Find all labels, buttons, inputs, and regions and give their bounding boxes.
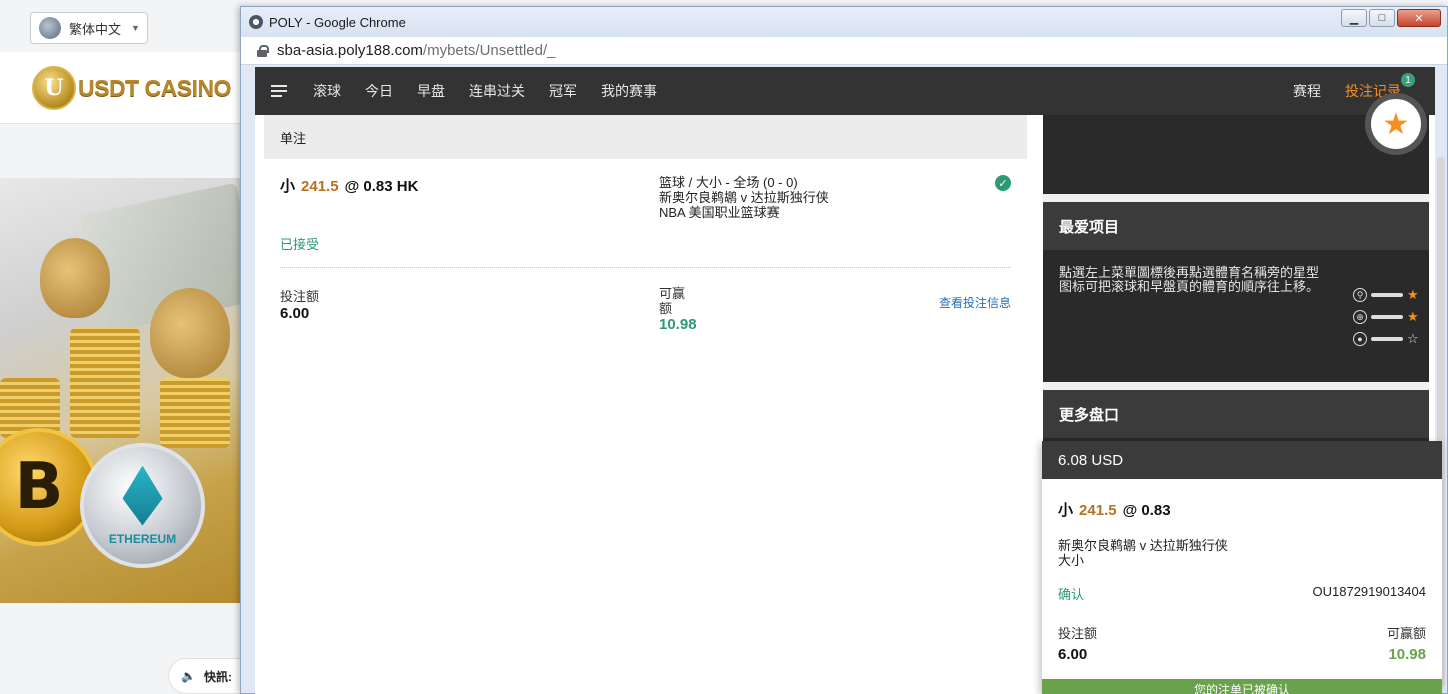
chrome-icon [249, 15, 263, 29]
news-ticker[interactable]: 🔈 快訊: [168, 658, 248, 694]
casino-logo[interactable]: U USDT CASINO [32, 66, 231, 110]
star-outline-icon: ☆ [1407, 331, 1419, 346]
lock-icon [257, 44, 269, 57]
win-label: 可赢额 [659, 286, 686, 316]
nav-item-my-events[interactable]: 我的赛事 [601, 81, 657, 101]
more-markets-header[interactable]: 更多盘口 [1043, 390, 1429, 438]
ticket-match: 新奥尔良鹈鹕 v 达拉斯独行侠 [1058, 538, 1228, 553]
logo-coin-icon: U [32, 66, 76, 110]
maximize-button[interactable]: □ [1369, 9, 1395, 27]
money-bag-graphic [150, 288, 230, 378]
minimize-button[interactable]: ▁ [1341, 9, 1367, 27]
win-value: 10.98 [659, 316, 697, 333]
balance-display: 6.08 USD [1042, 441, 1442, 479]
ticket-selection: 小 241.5 @ 0.83 [1058, 499, 1426, 520]
ticket-win-value: 10.98 [1388, 646, 1426, 663]
stake-value: 6.00 [280, 305, 310, 322]
ticket-confirmed-banner: 您的注单已被确认 [1042, 679, 1442, 694]
bet-match: 新奥尔良鹈鹕 v 达拉斯独行侠 [659, 190, 829, 205]
money-bag-graphic [40, 238, 110, 318]
ethereum-label: ETHEREUM [108, 531, 177, 546]
window-controls: ▁ □ ✕ [1341, 9, 1441, 27]
stake-label: 投注额 [280, 289, 320, 304]
bet-league: NBA 美国职业篮球赛 [659, 205, 780, 220]
nav-item-early[interactable]: 早盘 [417, 81, 445, 101]
window-titlebar[interactable]: POLY - Google Chrome ▁ □ ✕ [241, 7, 1447, 37]
ethereum-coin-icon: ETHEREUM [80, 443, 205, 568]
bet-odds: 0.83 HK [363, 178, 419, 195]
language-select[interactable]: 繁体中文 ▼ [30, 12, 148, 44]
bet-card: ✓ 小 241.5 @ 0.83 HK 篮球 / 大小 - 全场 (0 - 0) 新… [264, 159, 1027, 333]
bet-confirmation-ticket: 6.08 USD 小 241.5 @ 0.83 新奥尔良鹈鹕 v 达拉斯独行侠 大小… [1042, 441, 1442, 694]
casino-banner: B ETHEREUM [0, 178, 240, 603]
bet-at: @ [344, 178, 360, 195]
coin-stack-graphic [70, 328, 140, 438]
ticket-status: 确认 [1058, 587, 1085, 602]
address-bar[interactable]: sba-asia.poly188.com/mybets/Unsettled/_ [241, 37, 1447, 65]
caret-down-icon: ▼ [131, 23, 140, 33]
ticket-stake-label: 投注额 [1058, 626, 1098, 641]
ticket-odds: 0.83 [1141, 502, 1171, 519]
speaker-icon: 🔈 [181, 669, 196, 683]
bar-graphic [1371, 315, 1403, 319]
bar-graphic [1371, 293, 1403, 297]
ticket-stake-value: 6.00 [1058, 646, 1088, 663]
favorites-header: 最爱项目 [1043, 202, 1429, 250]
casino-header: U USDT CASINO [0, 52, 240, 124]
bar-graphic [1371, 337, 1403, 341]
hamburger-menu-icon[interactable] [271, 85, 287, 97]
ticket-selection-name: 小 [1058, 502, 1074, 519]
favorites-illustration: ⚲ ★ ⊕ ★ ● ☆ [1353, 284, 1423, 350]
tennis-icon: ⚲ [1353, 288, 1367, 302]
ticket-win-label: 可赢额 [1386, 626, 1426, 641]
ethereum-diamond-icon [122, 465, 163, 526]
bet-count-badge: 1 [1401, 73, 1415, 87]
ticket-id: OU1872919013404 [1312, 584, 1427, 599]
close-button[interactable]: ✕ [1397, 9, 1441, 27]
ticket-at: @ [1122, 502, 1138, 519]
globe-icon [39, 17, 61, 39]
basketball-icon: ⊕ [1353, 310, 1367, 324]
favorites-body: 點選左上菜單圖標後再點選體育名稱旁的星型图标可把滚球和早盤頁的體育的順序往上移。… [1043, 250, 1429, 382]
bet-market: 篮球 / 大小 - 全场 (0 - 0) [659, 175, 798, 190]
url-host: sba-asia.poly188.com [277, 42, 423, 59]
nav-item-parlay[interactable]: 连串过关 [469, 81, 525, 101]
sidebar-top-box: ★ [1043, 93, 1429, 194]
ticket-market: 大小 [1058, 553, 1085, 568]
logo-text: USDT CASINO [78, 74, 231, 101]
bet-selection: 小 241.5 @ 0.83 HK [280, 175, 659, 196]
ticket-line: 241.5 [1079, 502, 1117, 519]
nav-item-outright[interactable]: 冠军 [549, 81, 577, 101]
star-filled-icon: ★ [1407, 287, 1419, 302]
favorites-help-text: 點選左上菜單圖標後再點選體育名稱旁的星型图标可把滚球和早盤頁的體育的順序往上移。 [1059, 265, 1320, 294]
language-label: 繁体中文 [69, 21, 122, 37]
sports-nav: 滚球 今日 早盘 连串过关 冠军 我的赛事 赛程 投注记录 1 [255, 67, 1435, 115]
view-bet-info-link[interactable]: 查看投注信息 [939, 294, 1011, 333]
nav-item-today[interactable]: 今日 [365, 81, 393, 101]
section-header-single: 单注 [264, 115, 1027, 159]
coin-stack-graphic [160, 378, 230, 448]
bets-panel: 单注 ✓ 小 241.5 @ 0.83 HK 篮球 / 大小 - 全场 (0 - 0… [264, 115, 1027, 694]
soccer-icon: ● [1353, 332, 1367, 346]
favorite-star-icon[interactable]: ★ [1365, 93, 1427, 155]
window-title: POLY - Google Chrome [269, 14, 406, 30]
check-circle-icon: ✓ [995, 175, 1011, 191]
bet-line: 241.5 [301, 178, 339, 195]
nav-item-live[interactable]: 滚球 [313, 81, 341, 101]
star-filled-icon: ★ [1407, 309, 1419, 324]
bet-selection-name: 小 [280, 178, 296, 195]
divider [280, 267, 1011, 268]
url-path: /mybets/Unsettled/_ [422, 42, 556, 59]
bet-status: 已接受 [280, 237, 320, 252]
nav-item-schedule[interactable]: 赛程 [1293, 81, 1321, 101]
news-label: 快訊: [203, 669, 232, 684]
